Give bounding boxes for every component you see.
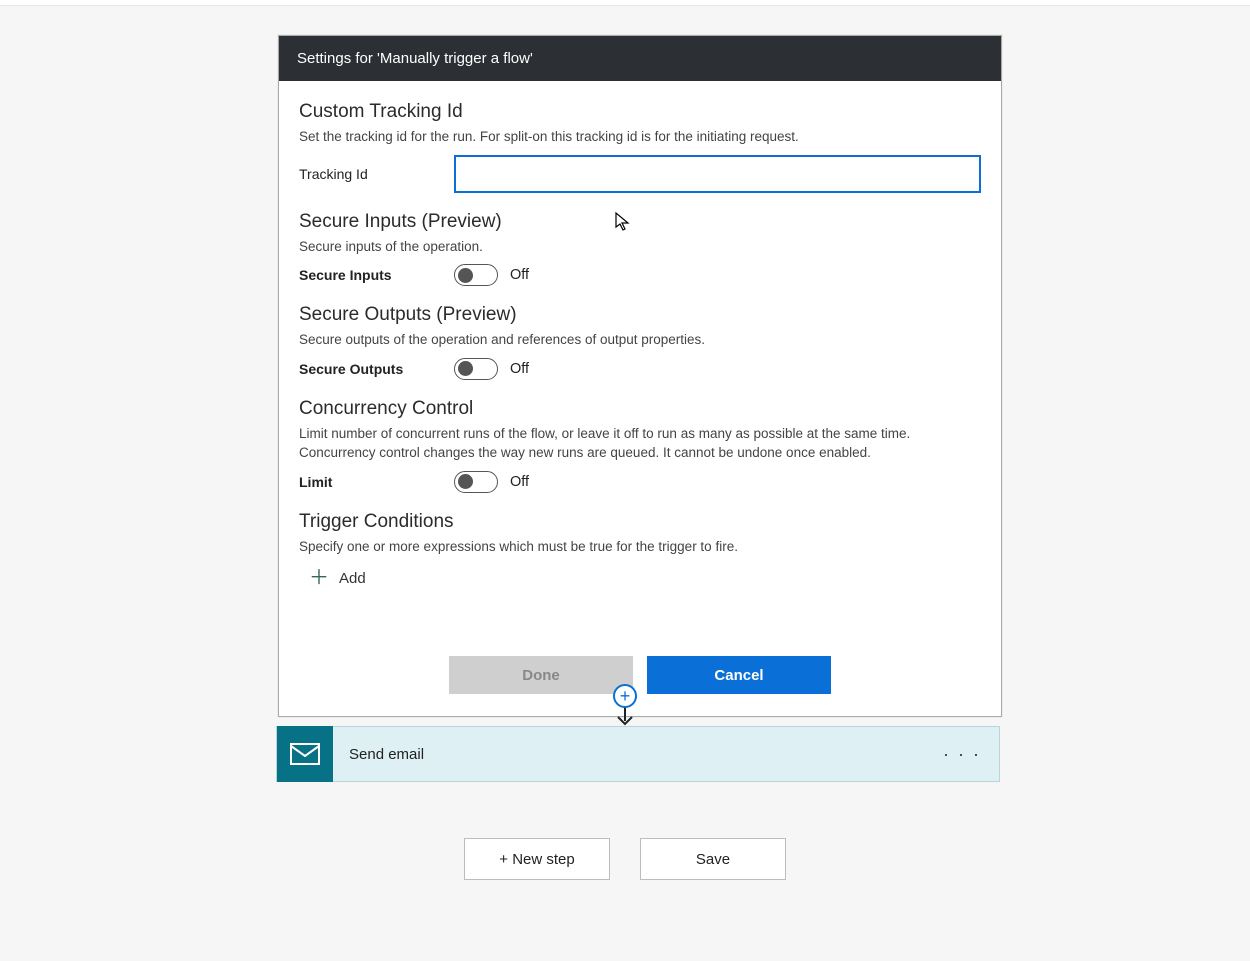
send-email-card[interactable]: Send email · · · xyxy=(276,726,1000,782)
tracking-label: Tracking Id xyxy=(299,166,454,182)
secure-outputs-label: Secure Outputs xyxy=(299,361,454,377)
mail-icon xyxy=(277,726,333,782)
section-concurrency: Concurrency Control Limit number of conc… xyxy=(299,398,981,493)
arrow-down-icon xyxy=(614,706,636,728)
ellipsis-icon: · · · xyxy=(943,744,981,764)
card-title: Send email xyxy=(349,746,925,763)
concurrency-desc: Limit number of concurrent runs of the f… xyxy=(299,424,981,463)
secure-outputs-desc: Secure outputs of the operation and refe… xyxy=(299,330,981,350)
concurrency-toggle[interactable] xyxy=(454,471,498,493)
secure-inputs-title: Secure Inputs (Preview) xyxy=(299,211,981,233)
connector: + xyxy=(613,684,637,728)
tracking-title: Custom Tracking Id xyxy=(299,101,981,123)
settings-body: Custom Tracking Id Set the tracking id f… xyxy=(279,81,1001,592)
save-button[interactable]: Save xyxy=(640,838,786,880)
bottom-actions: + New step Save xyxy=(0,838,1250,880)
concurrency-title: Concurrency Control xyxy=(299,398,981,420)
secure-inputs-desc: Secure inputs of the operation. xyxy=(299,237,981,257)
trigger-conditions-title: Trigger Conditions xyxy=(299,511,981,533)
flow-canvas: Settings for 'Manually trigger a flow' C… xyxy=(0,6,1250,961)
plus-icon: ＋ xyxy=(309,568,329,588)
insert-step-button[interactable]: + xyxy=(613,684,637,708)
concurrency-state: Off xyxy=(510,474,529,490)
section-tracking-id: Custom Tracking Id Set the tracking id f… xyxy=(299,101,981,193)
tracking-desc: Set the tracking id for the run. For spl… xyxy=(299,127,981,147)
section-trigger-conditions: Trigger Conditions Specify one or more e… xyxy=(299,511,981,593)
plus-icon: + xyxy=(620,687,631,705)
new-step-button[interactable]: + New step xyxy=(464,838,610,880)
trigger-conditions-desc: Specify one or more expressions which mu… xyxy=(299,537,981,557)
card-menu-button[interactable]: · · · xyxy=(925,744,999,765)
add-condition-button[interactable]: ＋ Add xyxy=(299,564,372,592)
settings-footer: Done Cancel xyxy=(279,610,1001,716)
done-button[interactable]: Done xyxy=(449,656,633,694)
secure-outputs-toggle[interactable] xyxy=(454,358,498,380)
tracking-id-input[interactable] xyxy=(454,155,981,193)
secure-inputs-state: Off xyxy=(510,267,529,283)
section-secure-outputs: Secure Outputs (Preview) Secure outputs … xyxy=(299,304,981,380)
add-label: Add xyxy=(339,570,366,587)
secure-inputs-toggle[interactable] xyxy=(454,264,498,286)
settings-header: Settings for 'Manually trigger a flow' xyxy=(279,36,1001,81)
cancel-button[interactable]: Cancel xyxy=(647,656,831,694)
concurrency-label: Limit xyxy=(299,474,454,490)
secure-inputs-label: Secure Inputs xyxy=(299,267,454,283)
settings-panel: Settings for 'Manually trigger a flow' C… xyxy=(278,35,1002,717)
section-secure-inputs: Secure Inputs (Preview) Secure inputs of… xyxy=(299,211,981,287)
secure-outputs-title: Secure Outputs (Preview) xyxy=(299,304,981,326)
secure-outputs-state: Off xyxy=(510,361,529,377)
settings-title: Settings for 'Manually trigger a flow' xyxy=(297,50,533,67)
